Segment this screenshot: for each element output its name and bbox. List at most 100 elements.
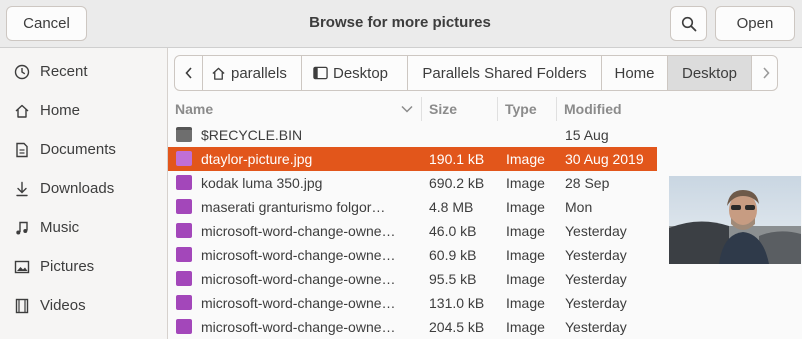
sidebar-item-label: Recent xyxy=(40,63,88,80)
image-file-icon xyxy=(176,151,192,166)
file-modified: Yesterday xyxy=(565,295,627,311)
image-preview-thumbnail xyxy=(669,176,801,264)
path-bar: parallels Desktop Parallels Shared Folde… xyxy=(174,55,778,91)
sidebar-item-label: Home xyxy=(40,102,81,119)
file-type: Image xyxy=(506,271,545,287)
sidebar-item-recent[interactable]: Recent xyxy=(0,52,167,91)
file-modified: Yesterday xyxy=(565,247,627,263)
column-divider xyxy=(497,97,498,121)
file-row[interactable]: microsoft-word-change-owne… 46.0 kB Imag… xyxy=(168,219,657,243)
file-row[interactable]: microsoft-word-change-owne… 204.5 kB Ima… xyxy=(168,315,657,339)
image-file-icon xyxy=(176,247,192,262)
chevron-left-icon xyxy=(184,67,192,79)
clock-icon xyxy=(14,64,30,80)
file-modified: 30 Aug 2019 xyxy=(565,151,644,167)
column-header-modified[interactable]: Modified xyxy=(564,97,656,122)
file-type: Image xyxy=(506,247,545,263)
path-segment-parallels-shared-folders[interactable]: Parallels Shared Folders xyxy=(407,56,601,90)
sidebar-item-pictures[interactable]: Pictures xyxy=(0,247,167,286)
search-button[interactable] xyxy=(670,6,707,41)
file-name: microsoft-word-change-owne… xyxy=(201,247,396,263)
file-row-selected[interactable]: dtaylor-picture.jpg 190.1 kB Image 30 Au… xyxy=(168,147,657,171)
file-modified: 15 Aug xyxy=(565,127,609,143)
file-size: 4.8 MB xyxy=(429,199,474,215)
cancel-button[interactable]: Cancel xyxy=(6,6,87,41)
search-icon xyxy=(681,16,696,31)
path-scroll-right-button[interactable] xyxy=(751,56,777,90)
image-file-icon xyxy=(176,319,192,334)
music-note-icon xyxy=(16,221,28,235)
column-header-label: Type xyxy=(505,101,537,117)
column-header-label: Size xyxy=(429,101,458,117)
file-name: microsoft-word-change-owne… xyxy=(201,223,396,239)
path-segment-label: parallels xyxy=(231,64,287,82)
path-segment-desktop-current[interactable]: Desktop xyxy=(667,56,751,90)
video-icon xyxy=(15,298,29,314)
home-icon xyxy=(15,104,29,118)
file-size: 46.0 kB xyxy=(429,223,477,239)
file-name: maserati granturismo folgor… xyxy=(201,199,386,215)
column-header-label: Name xyxy=(175,101,214,117)
sidebar-item-documents[interactable]: Documents xyxy=(0,130,167,169)
places-sidebar: Recent Home Documents Downloads Music Pi… xyxy=(0,48,168,339)
sidebar-item-label: Videos xyxy=(40,297,86,314)
file-type: Image xyxy=(506,175,545,191)
path-segment-label: Home xyxy=(614,64,655,82)
file-modified: Mon xyxy=(565,199,593,215)
column-header-label: Modified xyxy=(564,101,622,117)
file-modified: Yesterday xyxy=(565,223,627,239)
column-divider xyxy=(421,97,422,121)
file-size: 204.5 kB xyxy=(429,319,485,335)
file-type: Image xyxy=(506,151,545,167)
sidebar-item-label: Downloads xyxy=(40,180,115,197)
file-modified: Yesterday xyxy=(565,271,627,287)
file-type: Image xyxy=(506,199,545,215)
file-name: microsoft-word-change-owne… xyxy=(201,295,396,311)
file-row[interactable]: maserati granturismo folgor… 4.8 MB Imag… xyxy=(168,195,657,219)
file-size: 690.2 kB xyxy=(429,175,485,191)
column-header-size[interactable]: Size xyxy=(429,97,497,122)
sidebar-item-videos[interactable]: Videos xyxy=(0,286,167,325)
file-name: microsoft-word-change-owne… xyxy=(201,319,396,335)
sort-descending-icon xyxy=(401,105,413,113)
file-row[interactable]: microsoft-word-change-owne… 60.9 kB Imag… xyxy=(168,243,657,267)
path-segment-label: Parallels Shared Folders xyxy=(422,64,587,82)
image-file-icon xyxy=(176,295,192,310)
image-file-icon xyxy=(176,199,192,214)
download-icon xyxy=(16,181,28,197)
file-row[interactable]: kodak luma 350.jpg 690.2 kB Image 28 Sep xyxy=(168,171,657,195)
image-file-icon xyxy=(176,175,192,190)
header-bar: Cancel Browse for more pictures Open xyxy=(0,0,802,48)
sidebar-item-label: Pictures xyxy=(40,258,95,275)
document-icon xyxy=(16,142,28,158)
column-header-name[interactable]: Name xyxy=(175,97,422,122)
file-row[interactable]: $RECYCLE.BIN 15 Aug xyxy=(168,123,657,147)
column-header-type[interactable]: Type xyxy=(505,97,556,122)
sidebar-item-label: Documents xyxy=(40,141,116,158)
path-segment-desktop[interactable]: Desktop xyxy=(301,56,407,90)
file-row[interactable]: microsoft-word-change-owne… 131.0 kB Ima… xyxy=(168,291,657,315)
file-type: Image xyxy=(506,295,545,311)
picture-icon xyxy=(14,260,30,274)
path-scroll-left-button[interactable] xyxy=(175,56,202,90)
sidebar-item-music[interactable]: Music xyxy=(0,208,167,247)
folder-icon xyxy=(176,127,192,142)
sidebar-item-label: Music xyxy=(40,219,80,236)
file-name: microsoft-word-change-owne… xyxy=(201,271,396,287)
path-segment-parallels[interactable]: parallels xyxy=(202,56,301,90)
open-button[interactable]: Open xyxy=(715,6,795,41)
file-type: Image xyxy=(506,319,545,335)
sidebar-item-downloads[interactable]: Downloads xyxy=(0,169,167,208)
column-divider xyxy=(556,97,557,121)
file-size: 95.5 kB xyxy=(429,271,477,287)
sidebar-item-home[interactable]: Home xyxy=(0,91,167,130)
file-name: kodak luma 350.jpg xyxy=(201,175,323,191)
chevron-right-icon xyxy=(762,67,770,79)
file-modified: 28 Sep xyxy=(565,175,610,191)
home-icon xyxy=(212,67,225,80)
file-size: 131.0 kB xyxy=(429,295,485,311)
dialog-title: Browse for more pictures xyxy=(309,14,491,31)
image-file-icon xyxy=(176,223,192,238)
file-row[interactable]: microsoft-word-change-owne… 95.5 kB Imag… xyxy=(168,267,657,291)
path-segment-home[interactable]: Home xyxy=(601,56,667,90)
